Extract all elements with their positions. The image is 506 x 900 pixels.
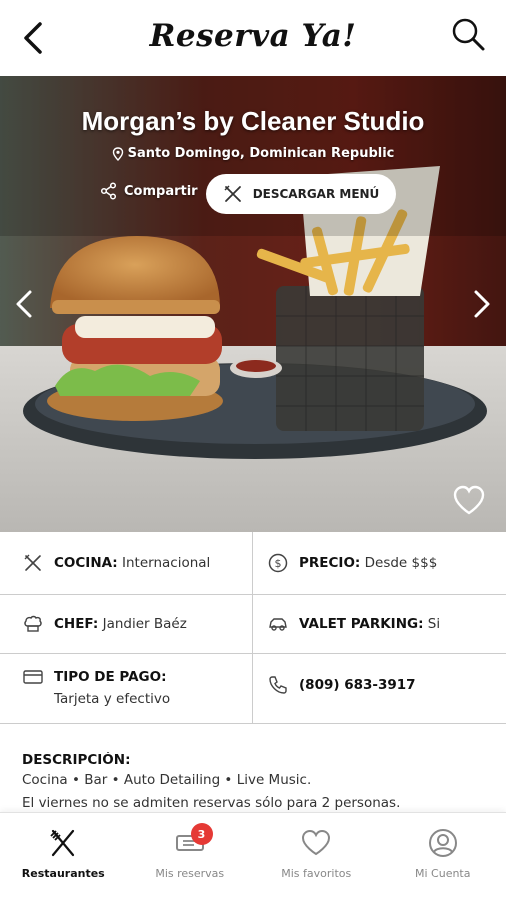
dollar-coin-icon: $: [268, 553, 288, 573]
credit-card-icon: [23, 670, 43, 684]
top-bar: Reserva Ya!: [0, 0, 506, 76]
burger-photo: [0, 76, 506, 532]
valet-label: VALET PARKING:: [299, 616, 424, 632]
valet-value: Si: [427, 616, 441, 632]
back-arrow-icon[interactable]: [18, 20, 48, 56]
share-icon: [100, 182, 117, 200]
location-text: Santo Domingo, Dominican Republic: [127, 146, 395, 161]
cutlery-icon: [50, 829, 75, 857]
svg-text:$: $: [275, 557, 282, 570]
search-icon[interactable]: [450, 16, 486, 52]
description-line-1: Cocina • Bar • Auto Detailing • Live Mus…: [22, 772, 312, 788]
chef-info: CHEF: Jandier Baéz: [0, 595, 253, 653]
description-section: DESCRIPCIÓN: Cocina • Bar • Auto Detaili…: [22, 752, 492, 812]
nav-label-mi-cuenta: Mi Cuenta: [415, 867, 471, 880]
payment-info: TIPO DE PAGO: Tarjeta y efectivo: [0, 654, 253, 723]
info-grid: COCINA: Internacional $ PRECIO: Desde $$…: [0, 532, 506, 724]
chef-label: CHEF:: [54, 616, 99, 632]
nav-item-mis-favoritos[interactable]: Mis favoritos: [253, 813, 380, 900]
download-menu-button[interactable]: DESCARGAR MENÚ: [206, 174, 396, 214]
favorite-heart-icon[interactable]: [452, 484, 486, 516]
nav-label-mis-favoritos: Mis favoritos: [281, 867, 352, 880]
phone-number: (809) 683-3917: [299, 677, 416, 693]
payment-label: TIPO DE PAGO:: [54, 669, 167, 685]
restaurant-name: Morgan’s by Cleaner Studio: [81, 106, 425, 136]
chef-value: Jandier Baéz: [102, 616, 187, 632]
carousel-next-icon[interactable]: [470, 288, 494, 320]
cuisine-value: Internacional: [122, 555, 211, 571]
nav-label-mis-reservas: Mis reservas: [155, 867, 225, 880]
user-icon: [428, 829, 457, 857]
description-heading: DESCRIPCIÓN:: [22, 752, 131, 768]
carousel-prev-icon[interactable]: [12, 288, 36, 320]
cuisine-info: COCINA: Internacional: [0, 532, 253, 594]
car-icon: [269, 618, 287, 631]
restaurant-hero-image: Morgan’s by Cleaner Studio Santo Domingo…: [0, 76, 506, 532]
app-title: Reserva Ya!: [149, 18, 357, 54]
price-info: $ PRECIO: Desde $$$: [253, 532, 506, 594]
phone-info[interactable]: (809) 683-3917: [253, 654, 506, 723]
payment-value: Tarjeta y efectivo: [54, 691, 171, 707]
download-menu-label: DESCARGAR MENÚ: [252, 187, 380, 201]
location-pin-icon: [112, 146, 123, 161]
description-line-2: El viernes no se admiten reservas sólo p…: [22, 795, 401, 811]
cuisine-label: COCINA:: [54, 555, 118, 571]
price-label: PRECIO:: [299, 555, 361, 571]
share-button[interactable]: Compartir: [100, 182, 198, 200]
cutlery-cross-icon: [224, 185, 241, 202]
nav-item-mi-cuenta[interactable]: Mi Cuenta: [380, 813, 506, 900]
chef-hat-icon: [24, 615, 42, 632]
valet-info: VALET PARKING: Si: [253, 595, 506, 653]
nav-item-mis-reservas[interactable]: 3 Mis reservas: [127, 813, 254, 900]
phone-icon: [269, 676, 287, 694]
nav-item-restaurantes[interactable]: Restaurantes: [0, 813, 127, 900]
cutlery-icon: [24, 554, 41, 571]
share-label: Compartir: [124, 183, 198, 199]
price-value: Desde $$$: [364, 555, 438, 571]
reservations-count-badge: 3: [190, 823, 213, 845]
heart-icon: [302, 829, 331, 856]
bottom-navigation: Restaurantes 3 Mis reservas Mis favorito…: [0, 812, 506, 900]
nav-label-restaurantes: Restaurantes: [21, 867, 105, 880]
restaurant-location: Santo Domingo, Dominican Republic: [0, 146, 506, 161]
